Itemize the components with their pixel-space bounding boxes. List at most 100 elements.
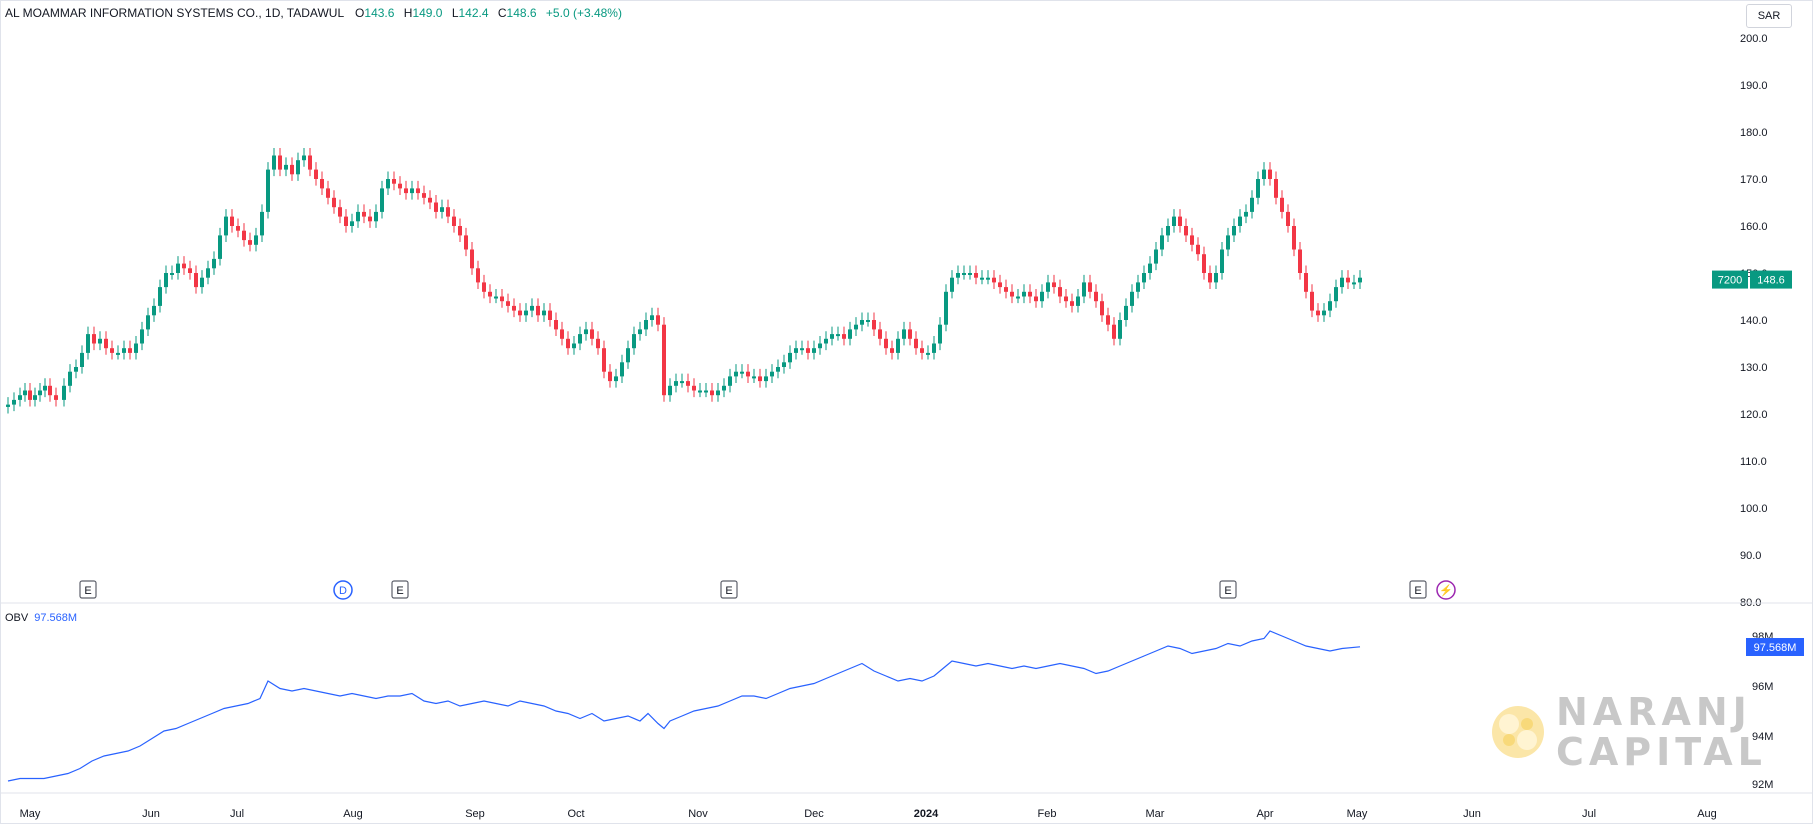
candle-body (560, 329, 564, 339)
price-tick-label: 180.0 (1740, 127, 1768, 139)
obv-name[interactable]: OBV (5, 612, 28, 624)
candle-body (6, 404, 10, 407)
candle-body (1178, 216, 1182, 226)
candle-body (680, 381, 684, 384)
candle-body (914, 338, 918, 349)
candle-body (92, 334, 96, 344)
candle-body (1346, 277, 1350, 283)
symbol-header[interactable]: AL MOAMMAR INFORMATION SYSTEMS CO., 1D, … (5, 6, 628, 20)
event-markers[interactable]: E D E E E E ⚡ (79, 580, 1456, 600)
time-tick-label: Feb (1038, 808, 1057, 820)
price-tick-label: 170.0 (1740, 174, 1768, 186)
candle-body (746, 371, 750, 377)
candle-body (188, 268, 192, 273)
time-tick-label: Apr (1256, 808, 1273, 820)
candle-body (236, 226, 240, 231)
candle-body (1118, 320, 1122, 339)
candle-body (950, 277, 954, 292)
candle-body (596, 338, 600, 349)
candle-body (43, 385, 47, 391)
candle-body (33, 395, 37, 400)
candle-body (272, 155, 276, 170)
candlestick-series (6, 147, 1362, 414)
candle-body (80, 352, 84, 367)
candle-body (374, 211, 378, 222)
candle-body (986, 277, 990, 280)
candle-body (1142, 273, 1146, 283)
candle-body (962, 273, 966, 275)
candle-body (806, 348, 810, 353)
obv-value: 97.568M (34, 612, 78, 624)
currency-button[interactable]: SAR (1746, 4, 1792, 28)
candle-body (1166, 226, 1170, 236)
price-tick-label: 120.0 (1740, 409, 1768, 421)
candle-body (1034, 296, 1038, 302)
candle-body (572, 343, 576, 349)
candle-body (710, 390, 714, 396)
candle-body (1160, 235, 1164, 250)
candle-body (944, 291, 948, 325)
candle-body (860, 320, 864, 325)
candle-body (164, 273, 168, 288)
candle-body (446, 207, 450, 217)
candle-body (776, 367, 780, 372)
candle-body (908, 329, 912, 339)
time-tick-label: Nov (688, 808, 708, 820)
time-tick-label: Jun (1463, 808, 1481, 820)
candle-body (554, 320, 558, 330)
price-tick-label: 100.0 (1740, 503, 1768, 515)
candle-body (260, 211, 264, 236)
candle-body (644, 320, 648, 330)
time-axis[interactable]: May Jun Jul Aug Sep Oct Nov Dec 2024 Feb Mar Apr May… (20, 808, 1717, 820)
candle-body (1322, 310, 1326, 316)
trading-chart[interactable]: 200.0190.0180.0170.0160.0150.0140.0130.0… (0, 0, 1813, 824)
candle-body (266, 169, 270, 212)
candle-body (416, 188, 420, 194)
candle-body (638, 329, 642, 335)
candle-body (1010, 291, 1014, 297)
event-marker-label: E (725, 585, 732, 597)
candle-body (536, 305, 540, 316)
candle-body (488, 291, 492, 297)
candle-body (206, 268, 210, 278)
price-axis[interactable]: 200.0190.0180.0170.0160.0150.0140.0130.0… (1740, 33, 1768, 609)
candle-body (368, 216, 372, 222)
candle-body (1196, 244, 1200, 255)
candle-body (836, 334, 840, 337)
obv-legend[interactable]: OBV 97.568M (5, 612, 77, 624)
candle-body (1100, 301, 1104, 316)
candle-body (722, 385, 726, 391)
candle-body (134, 343, 138, 353)
candle-body (566, 338, 570, 349)
candle-body (674, 381, 678, 386)
high-value: 149.0 (412, 6, 443, 20)
event-marker-label: E (396, 585, 403, 597)
candle-body (194, 273, 198, 288)
candle-body (224, 216, 228, 236)
symbol-title[interactable]: AL MOAMMAR INFORMATION SYSTEMS CO., 1D, … (5, 6, 344, 20)
candle-body (18, 395, 22, 400)
candle-body (1316, 310, 1320, 316)
candle-body (1046, 282, 1050, 292)
candle-body (1202, 254, 1206, 273)
candle-body (848, 329, 852, 339)
candle-body (320, 179, 324, 189)
candle-body (12, 399, 16, 405)
obv-tick-label: 92M (1752, 779, 1773, 791)
candle-body (476, 268, 480, 283)
candle-body (734, 371, 738, 377)
candle-body (668, 385, 672, 396)
candle-body (1280, 197, 1284, 212)
candle-body (1106, 315, 1110, 325)
candle-body (314, 169, 318, 179)
candle-body (1304, 273, 1308, 292)
candle-body (590, 329, 594, 339)
candle-body (938, 324, 942, 344)
change-value: +5.0 (+3.48%) (545, 6, 622, 20)
candle-body (818, 343, 822, 349)
candle-body (248, 240, 252, 245)
time-tick-label: Oct (567, 808, 584, 820)
watermark: NARANJ CAPITAL (1490, 692, 1767, 772)
candle-body (1286, 211, 1290, 226)
candle-body (620, 362, 624, 377)
